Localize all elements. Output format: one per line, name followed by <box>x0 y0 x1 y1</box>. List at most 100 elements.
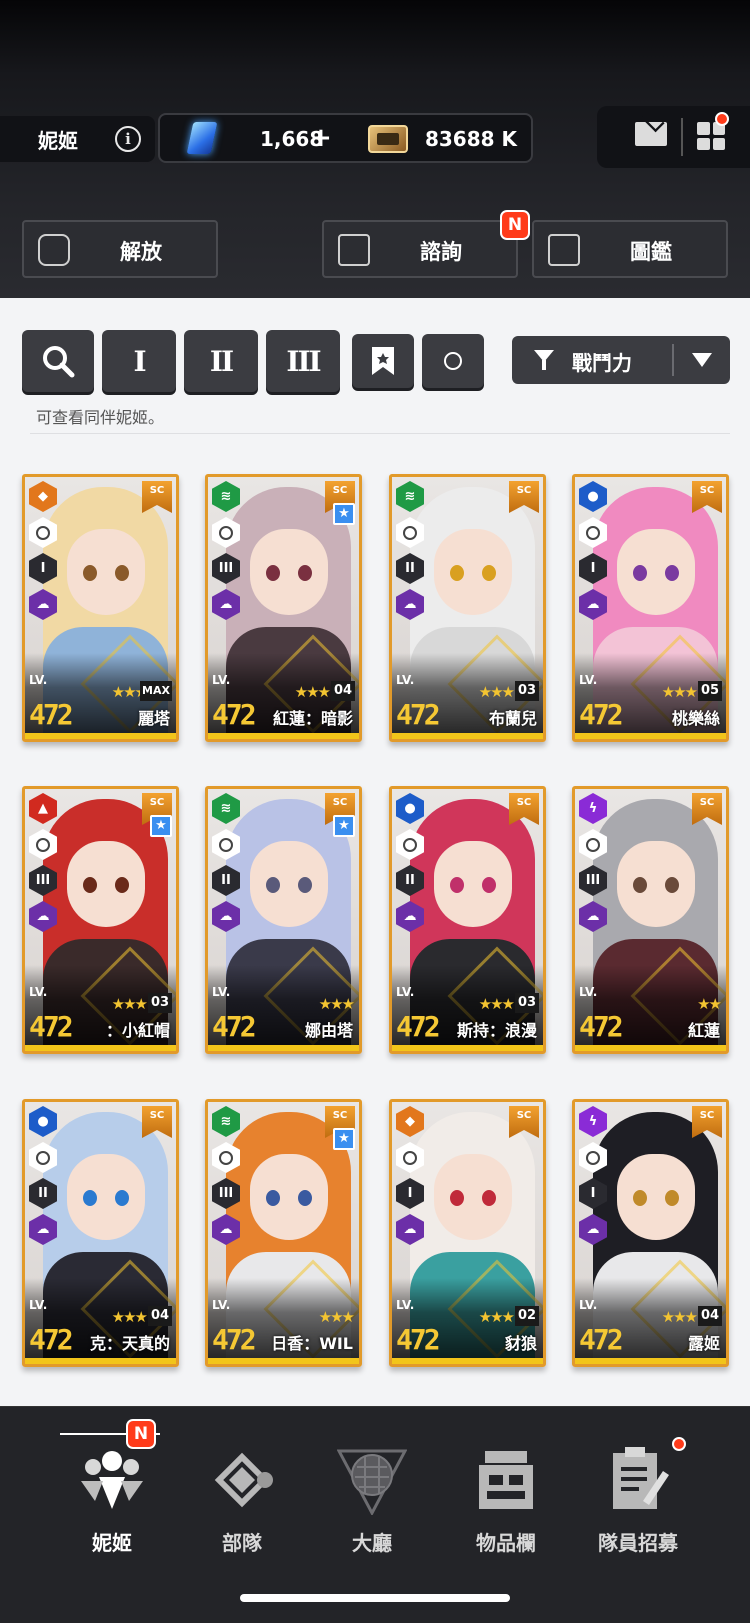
sort-divider <box>672 344 674 376</box>
nav-squad[interactable]: 部隊 <box>172 1407 312 1587</box>
level-value: 472 <box>396 1010 441 1043</box>
attribute-icons: ◆ I ☁ <box>29 481 59 625</box>
nav-nikke[interactable]: N 妮姬 <box>42 1407 182 1587</box>
mail-icon[interactable] <box>635 122 667 146</box>
card-accent-line <box>575 1045 726 1051</box>
core-rank-badge: 04 <box>698 1306 722 1326</box>
attribute-icons: ● II ☁ <box>396 793 426 937</box>
nikke-name: 紅蓮 <box>687 1021 720 1040</box>
manufacturer-icon: ☁ <box>212 589 240 620</box>
nikke-card[interactable]: SC ϟ I ☁ LV. 472 ★★★ 04 露姬 <box>572 1099 729 1367</box>
search-button[interactable] <box>22 330 94 392</box>
water-element-icon: ● <box>396 793 424 824</box>
consult-new-badge: N <box>500 210 530 240</box>
add-gems-button[interactable]: + <box>310 123 332 153</box>
nav-lobby[interactable]: 大廳 <box>302 1407 442 1587</box>
credit-card-icon <box>368 125 408 153</box>
nikke-name: 克：天真的 <box>89 1334 170 1353</box>
nav-inventory[interactable]: 物品欄 <box>436 1407 576 1587</box>
grid-menu-icon[interactable] <box>697 122 725 150</box>
nikke-card[interactable]: SC ϟ III ☁ LV. 472 ★★ 紅蓮 <box>572 786 729 1054</box>
weapon-type-icon <box>212 517 240 548</box>
nav-lobby-label: 大廳 <box>352 1531 392 1555</box>
nikke-card[interactable]: SC ● I ☁ LV. 472 ★★★ 05 桃樂絲 <box>572 474 729 742</box>
nikke-card[interactable]: SC ★ ▲ III ☁ LV. 472 ★★★ 03 ：小紅帽 <box>22 786 179 1054</box>
nav-squad-label: 部隊 <box>222 1531 262 1555</box>
attribute-icons: ≋ III ☁ <box>212 1106 242 1250</box>
card-accent-line <box>208 733 359 739</box>
consult-button[interactable]: 諮詢 <box>322 220 518 278</box>
manufacturer-icon: ☁ <box>396 589 424 620</box>
divider <box>30 433 730 434</box>
fire-element-icon: ▲ <box>29 793 57 824</box>
nikke-card[interactable]: SC ★ ≋ II ☁ LV. 472 ★★★ 娜由塔 <box>205 786 362 1054</box>
circle-icon <box>444 352 462 370</box>
bottom-navigation: N 妮姬 部隊 大廳 物品欄 隊員招募 <box>0 1406 750 1623</box>
iron-element-icon: ◆ <box>29 481 57 512</box>
filter-class-2[interactable]: II <box>184 330 258 392</box>
nikke-card[interactable]: SC ★ ≋ III ☁ LV. 472 ★★★ 日香：WIL <box>205 1099 362 1367</box>
card-accent-line <box>392 1045 543 1051</box>
limit-break-stars: ★★★ <box>478 995 515 1013</box>
level-label: LV. <box>29 1298 48 1312</box>
filter-bookmark[interactable] <box>352 334 414 388</box>
nikke-card[interactable]: SC ● II ☁ LV. 472 ★★★ 04 克：天真的 <box>22 1099 179 1367</box>
weapon-type-icon <box>396 1142 424 1173</box>
manufacturer-icon: ☁ <box>579 901 607 932</box>
filter-class-3[interactable]: III <box>266 330 340 392</box>
attribute-icons: ≋ II ☁ <box>396 481 426 625</box>
core-rank-badge: 03 <box>515 993 539 1013</box>
nikke-name: 露姬 <box>687 1334 720 1353</box>
filter-funnel-icon <box>534 350 554 370</box>
burst-type-icon: I <box>396 1178 424 1209</box>
filter-class-1[interactable]: I <box>102 330 176 392</box>
nikke-name: 娜由塔 <box>304 1021 353 1040</box>
nikke-card[interactable]: SC ◆ I ☁ LV. 472 ★★★ MAX 麗塔 <box>22 474 179 742</box>
nikke-name: 紅蓮：暗影 <box>272 709 353 728</box>
chevron-down-icon[interactable] <box>692 353 712 367</box>
credit-count: 83688 K <box>424 127 517 151</box>
sort-dropdown[interactable]: 戰鬥力 <box>512 336 730 384</box>
burst-type-icon: II <box>396 553 424 584</box>
nikke-card[interactable]: SC ● II ☁ LV. 472 ★★★ 03 斯持：浪漫 <box>389 786 546 1054</box>
level-label: LV. <box>579 673 598 687</box>
attribute-icons: ● I ☁ <box>579 481 609 625</box>
nikke-name: 日香：WIL <box>271 1334 353 1353</box>
favorite-star-icon: ★ <box>333 815 355 837</box>
release-label: 解放 <box>120 240 162 264</box>
burst-type-icon: II <box>396 865 424 896</box>
card-accent-line <box>25 1358 176 1364</box>
manufacturer-icon: ☁ <box>29 589 57 620</box>
nikke-name: 麗塔 <box>137 709 170 728</box>
level-label: LV. <box>29 673 48 687</box>
codex-button[interactable]: 圖鑑 <box>532 220 728 278</box>
manufacturer-icon: ☁ <box>212 901 240 932</box>
limit-break-stars: ★★★ <box>478 683 515 701</box>
filter-circle[interactable] <box>422 334 484 388</box>
attribute-icons: ● II ☁ <box>29 1106 59 1250</box>
limit-break-stars: ★★★ <box>318 995 355 1013</box>
codex-icon <box>548 234 580 266</box>
burst-type-icon: I <box>29 553 57 584</box>
squad-icon <box>214 1452 273 1508</box>
nikke-card[interactable]: SC ≋ II ☁ LV. 472 ★★★ 03 布蘭兒 <box>389 474 546 742</box>
nav-recruit[interactable]: 隊員招募 <box>568 1407 708 1587</box>
level-label: LV. <box>579 985 598 999</box>
limit-break-stars: ★★★ <box>111 1308 148 1326</box>
release-button[interactable]: 解放 <box>22 220 218 278</box>
info-icon[interactable]: i <box>115 126 141 152</box>
card-accent-line <box>25 1045 176 1051</box>
manufacturer-icon: ☁ <box>396 901 424 932</box>
card-accent-line <box>392 733 543 739</box>
manufacturer-icon: ☁ <box>579 589 607 620</box>
weapon-type-icon <box>396 829 424 860</box>
burst-type-icon: III <box>29 865 57 896</box>
nikke-card[interactable]: SC ◆ I ☁ LV. 472 ★★★ 02 豺狼 <box>389 1099 546 1367</box>
limit-break-stars: ★★★ <box>111 995 148 1013</box>
calendar-icon <box>338 234 370 266</box>
wind-element-icon: ≋ <box>212 481 240 512</box>
top-right-menu <box>597 106 750 168</box>
limit-break-stars: ★★★ <box>294 683 331 701</box>
nikke-card[interactable]: SC ★ ≋ III ☁ LV. 472 ★★★ 04 紅蓮：暗影 <box>205 474 362 742</box>
level-label: LV. <box>396 1298 415 1312</box>
